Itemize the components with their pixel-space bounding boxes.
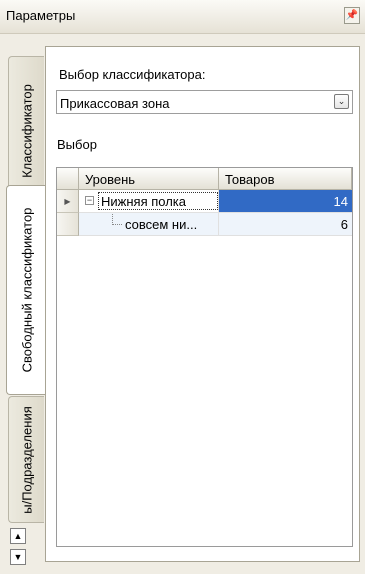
row-count-text: 14 bbox=[333, 194, 348, 209]
panel-titlebar: Параметры 📌 bbox=[0, 0, 365, 34]
tab-free-classifier-label: Свободный классификатор bbox=[19, 207, 34, 373]
row-level-text: совсем ни... bbox=[125, 217, 198, 232]
classifier-select[interactable]: Прикассовая зона ⌄ bbox=[56, 90, 353, 114]
chevron-down-icon[interactable]: ⌄ bbox=[334, 94, 349, 109]
tab-free-classifier[interactable]: Свободный классификатор bbox=[6, 185, 46, 395]
tab-departments[interactable]: ы/Подразделения bbox=[8, 396, 44, 523]
table-row[interactable]: совсем ни... 6 bbox=[57, 213, 352, 236]
tab-scroll-down-icon[interactable]: ▼ bbox=[10, 549, 26, 565]
classifier-label: Выбор классификатора: bbox=[59, 67, 206, 82]
cell-level[interactable]: − Нижняя полка bbox=[79, 190, 219, 213]
tab-classifier[interactable]: Классификатор bbox=[8, 56, 44, 206]
select-label: Выбор bbox=[57, 137, 97, 152]
tab-departments-label: ы/Подразделения bbox=[19, 405, 34, 514]
classifier-select-value: Прикассовая зона bbox=[60, 96, 170, 111]
column-header-level[interactable]: Уровень bbox=[79, 168, 219, 190]
header-corner bbox=[57, 168, 79, 190]
cell-count[interactable]: 6 bbox=[219, 213, 352, 236]
table-row[interactable]: ▶ − Нижняя полка 14 bbox=[57, 190, 352, 213]
row-count-text: 6 bbox=[340, 217, 348, 232]
panel-title: Параметры bbox=[6, 8, 76, 23]
collapse-icon[interactable]: − bbox=[85, 196, 94, 205]
tree-line bbox=[112, 214, 122, 225]
row-indicator-arrow-icon: ▶ bbox=[57, 190, 79, 213]
row-indicator bbox=[57, 213, 79, 236]
vertical-tab-strip: Классификатор Свободный классификатор ы/… bbox=[0, 34, 46, 574]
parameters-panel: Выбор классификатора: Прикассовая зона ⌄… bbox=[45, 46, 360, 562]
tab-classifier-label: Классификатор bbox=[19, 84, 34, 178]
row-level-text: Нижняя полка bbox=[101, 194, 186, 209]
grid-header: Уровень Товаров bbox=[57, 168, 352, 190]
cell-level[interactable]: совсем ни... bbox=[79, 213, 219, 236]
column-header-count[interactable]: Товаров bbox=[219, 168, 352, 190]
pin-icon[interactable]: 📌 bbox=[344, 7, 360, 24]
tab-scroll-up-icon[interactable]: ▲ bbox=[10, 528, 26, 544]
tree-grid[interactable]: Уровень Товаров ▶ − Нижняя полка 14 совс… bbox=[56, 167, 353, 547]
cell-count[interactable]: 14 bbox=[219, 190, 352, 213]
